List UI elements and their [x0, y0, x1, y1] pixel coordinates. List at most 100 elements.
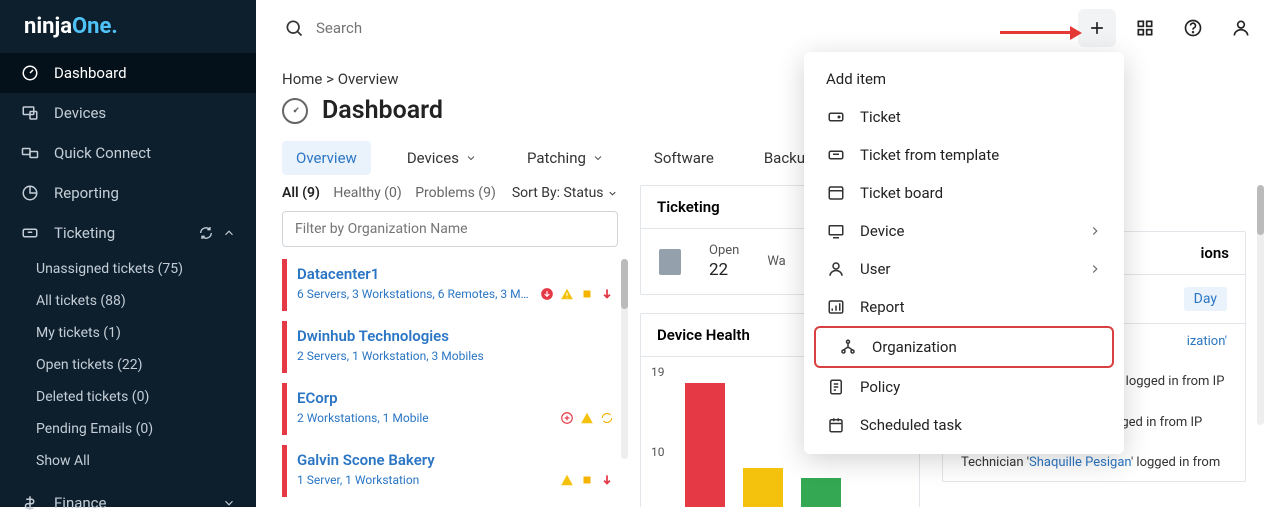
sub-my[interactable]: My tickets (1): [0, 317, 256, 349]
sub-all[interactable]: All tickets (88): [0, 285, 256, 317]
warning-icon: [580, 411, 594, 425]
sub-deleted[interactable]: Deleted tickets (0): [0, 381, 256, 413]
stat-label: Open: [709, 243, 739, 258]
tab-label: Patching: [527, 149, 586, 167]
down-circle-icon: [540, 287, 554, 301]
menu-item-ticket[interactable]: Ticket: [804, 98, 1124, 136]
org-card[interactable]: Datacenter1 6 Servers, 3 Workstations, 6…: [282, 259, 618, 311]
filter-all[interactable]: All (9): [282, 185, 320, 201]
org-scrollbar[interactable]: [621, 259, 628, 459]
search-input[interactable]: [316, 19, 616, 37]
sidebar-item-label: Quick Connect: [54, 144, 151, 162]
org-meta-text: 6 Servers, 3 Workstations, 6 Remotes, 3 …: [297, 287, 529, 301]
activity-text: Technician ': [961, 455, 1029, 470]
filter-healthy[interactable]: Healthy (0): [333, 185, 401, 201]
crumb-sep: >: [326, 70, 334, 88]
sub-open[interactable]: Open tickets (22): [0, 349, 256, 381]
logo-dot: .: [111, 14, 117, 39]
chevron-up-icon[interactable]: [222, 226, 236, 240]
add-button[interactable]: [1078, 9, 1116, 47]
menu-item-label: Ticket: [860, 108, 901, 126]
arrow-down-icon: [600, 287, 614, 301]
chevron-down-icon: [465, 152, 477, 164]
ticketing-icon: [20, 223, 40, 243]
search-icon: [284, 18, 304, 38]
chevron-down-icon: [592, 152, 604, 164]
menu-item-label: Scheduled task: [860, 416, 962, 434]
activity-link[interactable]: ization': [1187, 334, 1227, 349]
tab-software[interactable]: Software: [640, 141, 728, 175]
chevron-right-icon: [1088, 262, 1102, 276]
org-filter-input[interactable]: [282, 211, 618, 247]
tab-patching[interactable]: Patching: [513, 141, 618, 175]
report-icon: [826, 297, 846, 317]
sidebar-item-devices[interactable]: Devices: [0, 93, 256, 133]
search-wrap: [272, 18, 1064, 38]
menu-item-organization[interactable]: Organization: [814, 326, 1114, 368]
apps-button[interactable]: [1126, 9, 1164, 47]
tab-label: Software: [654, 149, 714, 167]
sort-by[interactable]: Sort By: Status: [512, 185, 618, 201]
chevron-right-icon: [1088, 224, 1102, 238]
menu-item-policy[interactable]: Policy: [804, 368, 1124, 406]
stat-value: 22: [709, 260, 739, 280]
sidebar-item-finance[interactable]: Finance: [0, 483, 256, 523]
right-scrollbar[interactable]: [1257, 185, 1264, 425]
filter-problems[interactable]: Problems (9): [415, 185, 496, 201]
org-card[interactable]: Galvin Scone Bakery 1 Server, 1 Workstat…: [282, 445, 618, 497]
dashboard-icon: [20, 63, 40, 83]
sub-pending[interactable]: Pending Emails (0): [0, 413, 256, 445]
menu-item-ticket-template[interactable]: Ticket from template: [804, 136, 1124, 174]
ticket-template-icon: [826, 145, 846, 165]
policy-icon: [826, 377, 846, 397]
header-actions: [1078, 9, 1260, 47]
sub-unassigned[interactable]: Unassigned tickets (75): [0, 253, 256, 285]
y-tick: 10: [651, 445, 665, 459]
sidebar-item-quick-connect[interactable]: Quick Connect: [0, 133, 256, 173]
org-name: Dwinhub Technologies: [297, 327, 614, 345]
org-column: All (9) Healthy (0) Problems (9) Sort By…: [282, 185, 618, 507]
sync-icon: [600, 411, 614, 425]
page-title-text: Dashboard: [322, 96, 443, 125]
header: [256, 0, 1276, 56]
sub-showall[interactable]: Show All: [0, 445, 256, 477]
warning-icon: [560, 473, 574, 487]
user-icon: [1231, 18, 1251, 38]
org-card[interactable]: Dwinhub Technologies 2 Servers, 1 Workst…: [282, 321, 618, 373]
org-list: Datacenter1 6 Servers, 3 Workstations, 6…: [282, 259, 618, 497]
sidebar-item-reporting[interactable]: Reporting: [0, 173, 256, 213]
tab-devices[interactable]: Devices: [393, 141, 491, 175]
tab-overview[interactable]: Overview: [282, 141, 371, 175]
sort-label: Sort By:: [512, 185, 560, 201]
quick-connect-icon: [20, 143, 40, 163]
org-card[interactable]: ECorp 2 Workstations, 1 Mobile: [282, 383, 618, 435]
menu-item-user[interactable]: User: [804, 250, 1124, 288]
activity-text: ' logged in from: [1131, 455, 1220, 470]
menu-item-label: Device: [860, 222, 904, 240]
refresh-icon[interactable]: [198, 225, 214, 241]
crumb-home[interactable]: Home: [282, 70, 322, 88]
sidebar-item-ticketing[interactable]: Ticketing: [0, 213, 256, 253]
sidebar-item-label: Ticketing: [54, 224, 115, 242]
crumb-current: Overview: [338, 70, 399, 88]
menu-item-scheduled-task[interactable]: Scheduled task: [804, 406, 1124, 444]
help-button[interactable]: [1174, 9, 1212, 47]
file-icon: [659, 249, 681, 275]
logo-suffix: One: [72, 14, 111, 39]
plus-circle-icon: [560, 411, 574, 425]
menu-item-report[interactable]: Report: [804, 288, 1124, 326]
stat-waiting: Wa: [767, 254, 785, 269]
bar-warning: [743, 468, 783, 507]
menu-item-device[interactable]: Device: [804, 212, 1124, 250]
tab-label: Overview: [296, 149, 357, 167]
org-meta-text: 2 Workstations, 1 Mobile: [297, 411, 429, 425]
profile-button[interactable]: [1222, 9, 1260, 47]
y-tick: 19: [651, 365, 665, 379]
activity-link[interactable]: Shaquille Pesigan: [1029, 455, 1131, 470]
tab-label: Devices: [407, 149, 459, 167]
activity-tab-day[interactable]: Day: [1184, 287, 1227, 311]
menu-item-ticket-board[interactable]: Ticket board: [804, 174, 1124, 212]
sort-value: Status: [563, 185, 603, 201]
sidebar-item-dashboard[interactable]: Dashboard: [0, 53, 256, 93]
chevron-down-icon: [222, 496, 236, 510]
